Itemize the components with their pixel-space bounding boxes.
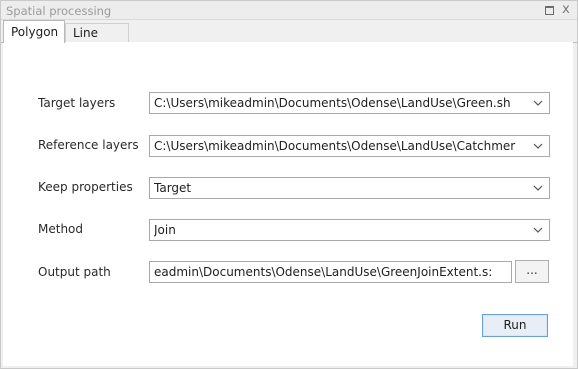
restore-window-icon[interactable] xyxy=(541,2,557,18)
method-label: Method xyxy=(38,222,84,236)
tab-strip: Polygon Line xyxy=(1,20,577,43)
target-layers-label: Target layers xyxy=(38,96,116,110)
target-layers-dropdown[interactable]: C:\Users\mikeadmin\Documents\Odense\Land… xyxy=(149,92,550,114)
window-title: Spatial processing xyxy=(6,4,112,18)
browse-button[interactable]: ... xyxy=(515,260,549,283)
keep-properties-value: Target xyxy=(154,181,192,195)
method-value: Join xyxy=(154,223,176,237)
title-bar[interactable]: Spatial processing x xyxy=(1,1,577,20)
close-icon[interactable]: x xyxy=(558,2,574,18)
chevron-down-icon[interactable] xyxy=(531,178,545,198)
keep-properties-dropdown[interactable]: Target xyxy=(149,177,550,199)
chevron-down-icon[interactable] xyxy=(531,136,545,156)
reference-layers-label: Reference layers xyxy=(38,138,139,152)
output-path-label: Output path xyxy=(38,265,111,279)
run-button[interactable]: Run xyxy=(482,314,548,337)
method-dropdown[interactable]: Join xyxy=(149,219,550,241)
chevron-down-icon[interactable] xyxy=(531,93,545,113)
chevron-down-icon[interactable] xyxy=(531,220,545,240)
output-path-input[interactable]: :eadmin\Documents\Odense\LandUse\GreenJo… xyxy=(149,261,512,283)
target-layers-value: C:\Users\mikeadmin\Documents\Odense\Land… xyxy=(154,96,511,110)
reference-layers-dropdown[interactable]: C:\Users\mikeadmin\Documents\Odense\Land… xyxy=(149,135,550,157)
spatial-processing-window: Spatial processing x Polygon Line Target… xyxy=(0,0,578,369)
keep-properties-label: Keep properties xyxy=(38,180,133,194)
tab-polygon[interactable]: Polygon xyxy=(3,20,65,43)
output-path-value: :eadmin\Documents\Odense\LandUse\GreenJo… xyxy=(154,265,493,279)
reference-layers-value: C:\Users\mikeadmin\Documents\Odense\Land… xyxy=(154,139,516,153)
tab-line[interactable]: Line xyxy=(65,23,129,42)
